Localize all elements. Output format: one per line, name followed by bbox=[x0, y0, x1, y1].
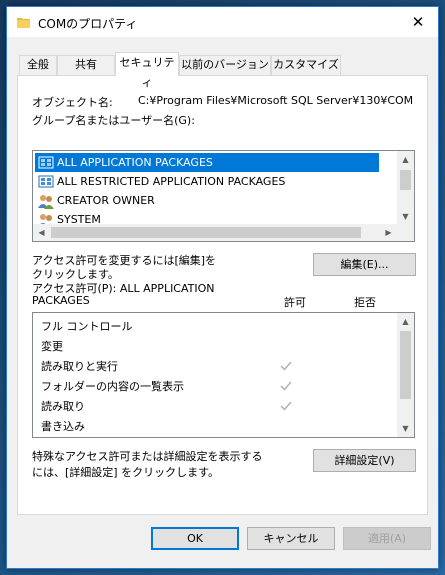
principals-horizontal-scrollbar[interactable]: ◀ ▶ bbox=[33, 224, 397, 241]
permission-name: フル コントロール bbox=[41, 320, 133, 333]
permissions-listbox[interactable]: フル コントロール 変更 読み取りと実行 フォルダーの内容の一覧表示 読み取り … bbox=[32, 312, 415, 438]
edit-button[interactable]: 編集(E)... bbox=[313, 253, 416, 276]
scroll-thumb[interactable] bbox=[400, 170, 411, 190]
permission-row-read: 読み取り bbox=[41, 397, 381, 417]
app-packages-icon bbox=[38, 175, 54, 188]
permission-row-read-execute: 読み取りと実行 bbox=[41, 357, 381, 377]
principals-vertical-scrollbar[interactable]: ▲ ▼ bbox=[397, 151, 414, 225]
deny-column-header: 拒否 bbox=[354, 296, 376, 309]
allow-checkmark-icon bbox=[280, 361, 292, 371]
ok-button[interactable]: OK bbox=[151, 527, 239, 550]
apply-button[interactable]: 適用(A) bbox=[343, 527, 431, 550]
principals-listbox[interactable]: ALL APPLICATION PACKAGES ALL RESTRICTED … bbox=[32, 150, 415, 242]
folder-icon bbox=[17, 18, 30, 28]
principal-name: ALL APPLICATION PACKAGES bbox=[57, 156, 213, 169]
list-item-creator-owner[interactable]: CREATOR OWNER bbox=[35, 191, 379, 210]
permission-name: 読み取りと実行 bbox=[41, 360, 118, 373]
list-item-all-application-packages[interactable]: ALL APPLICATION PACKAGES bbox=[35, 153, 379, 172]
permission-row-write: 書き込み bbox=[41, 417, 381, 437]
permission-name: 変更 bbox=[41, 340, 63, 353]
scroll-up-arrow-icon[interactable]: ▲ bbox=[397, 313, 414, 330]
list-item-all-restricted-application-packages[interactable]: ALL RESTRICTED APPLICATION PACKAGES bbox=[35, 172, 379, 191]
tab-customize[interactable]: カスタマイズ bbox=[271, 55, 341, 75]
desktop-background: COMのプロパティ ✕ 全般 共有 セキュリティ 以前のバージョン カスタマイズ… bbox=[0, 0, 445, 575]
scroll-thumb[interactable] bbox=[51, 227, 361, 238]
advanced-hint-line2: には、[詳細設定] をクリックします。 bbox=[32, 466, 219, 479]
tab-sharing[interactable]: 共有 bbox=[57, 55, 115, 75]
scroll-up-arrow-icon[interactable]: ▲ bbox=[397, 151, 414, 168]
principal-name: CREATOR OWNER bbox=[57, 194, 155, 207]
permissions-vertical-scrollbar[interactable]: ▲ ▼ bbox=[397, 313, 414, 437]
permission-row-full-control: フル コントロール bbox=[41, 317, 381, 337]
permission-row-list-folder-contents: フォルダーの内容の一覧表示 bbox=[41, 377, 381, 397]
permission-row-modify: 変更 bbox=[41, 337, 381, 357]
scroll-down-arrow-icon[interactable]: ▼ bbox=[397, 420, 414, 437]
object-name-value: C:¥Program Files¥Microsoft SQL Server¥13… bbox=[138, 94, 414, 107]
permission-name: 読み取り bbox=[41, 400, 85, 413]
allow-checkmark-icon bbox=[280, 381, 292, 391]
close-button[interactable]: ✕ bbox=[398, 7, 438, 37]
scroll-left-arrow-icon[interactable]: ◀ bbox=[33, 224, 50, 241]
tab-previous-versions[interactable]: 以前のバージョン bbox=[179, 55, 271, 75]
title-bar[interactable]: COMのプロパティ ✕ bbox=[7, 7, 438, 37]
tab-general[interactable]: 全般 bbox=[19, 55, 57, 75]
users-icon bbox=[38, 195, 54, 209]
properties-dialog: COMのプロパティ ✕ 全般 共有 セキュリティ 以前のバージョン カスタマイズ… bbox=[6, 6, 439, 569]
principal-name: ALL RESTRICTED APPLICATION PACKAGES bbox=[57, 175, 286, 188]
scroll-right-arrow-icon[interactable]: ▶ bbox=[380, 224, 397, 241]
scroll-thumb[interactable] bbox=[400, 331, 411, 399]
window-title: COMのプロパティ bbox=[38, 17, 138, 31]
cancel-button[interactable]: キャンセル bbox=[247, 527, 335, 550]
allow-column-header: 許可 bbox=[284, 296, 306, 309]
allow-checkmark-icon bbox=[280, 401, 292, 411]
object-name-label: オブジェクト名: bbox=[32, 96, 113, 109]
scroll-down-arrow-icon[interactable]: ▼ bbox=[397, 208, 414, 225]
permission-name: 書き込み bbox=[41, 420, 85, 433]
app-packages-icon bbox=[38, 156, 54, 169]
permissions-label-line2: PACKAGES bbox=[32, 294, 90, 307]
group-list-label: グループ名またはユーザー名(G): bbox=[32, 114, 195, 127]
tab-security[interactable]: セキュリティ bbox=[115, 52, 179, 89]
advanced-hint-line1: 特殊なアクセス許可または詳細設定を表示する bbox=[32, 450, 263, 463]
advanced-button[interactable]: 詳細設定(V) bbox=[313, 449, 416, 472]
security-tab-panel: オブジェクト名: C:¥Program Files¥Microsoft SQL … bbox=[17, 75, 428, 515]
scrollbar-corner bbox=[397, 224, 414, 241]
permission-name: フォルダーの内容の一覧表示 bbox=[41, 380, 184, 393]
